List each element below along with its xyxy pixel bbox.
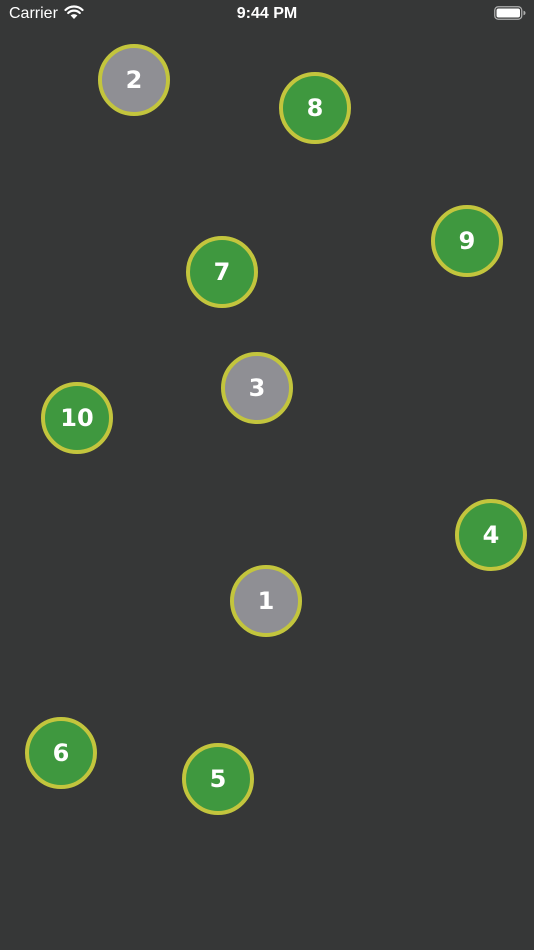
dot-10[interactable]: 10: [41, 382, 113, 454]
dot-7[interactable]: 7: [186, 236, 258, 308]
dot-5[interactable]: 5: [182, 743, 254, 815]
dot-8[interactable]: 8: [279, 72, 351, 144]
dot-3[interactable]: 3: [221, 352, 293, 424]
dot-4[interactable]: 4: [455, 499, 527, 571]
dot-2[interactable]: 2: [98, 44, 170, 116]
dot-6[interactable]: 6: [25, 717, 97, 789]
dot-1[interactable]: 1: [230, 565, 302, 637]
dot-9[interactable]: 9: [431, 205, 503, 277]
game-board: 2 8 9 7 3 10 4 1 6 5: [0, 0, 534, 950]
